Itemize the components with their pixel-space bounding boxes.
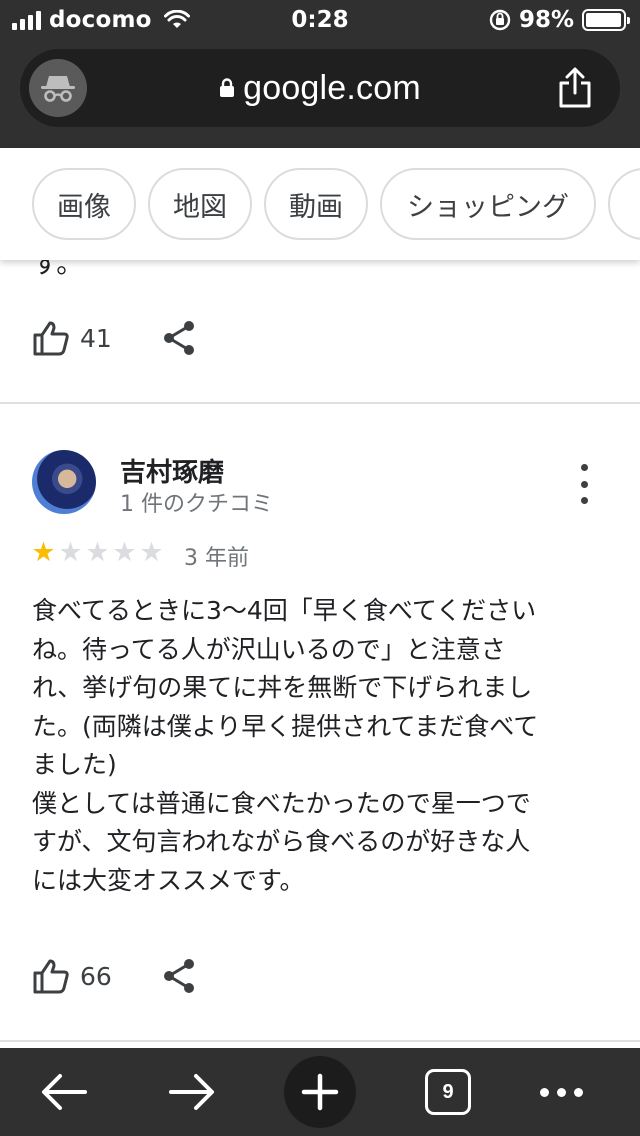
browser-address-area: google.com <box>0 40 640 148</box>
empty-star-icon: ★ <box>139 537 164 568</box>
like-count: 66 <box>80 961 112 991</box>
review-line: ね。待ってる人が沢山いるので」と注意さ <box>32 634 506 664</box>
review-line: すが、文句言われながら食べるのが好きな人 <box>32 827 531 856</box>
tab-count: 9 <box>425 1069 471 1115</box>
reviews-content: す。 41 吉村琢磨 1 件のクチコミ ★ ★ ★ ★ ★ 3 年前 食べてるときに3〜… <box>0 148 640 1048</box>
signal-strength-icon <box>12 10 41 30</box>
status-bar: docomo 0:28 98% <box>0 0 640 40</box>
reviewer-avatar[interactable] <box>32 450 96 514</box>
carrier-group: docomo <box>12 0 190 40</box>
thumbs-up-icon <box>33 959 69 994</box>
star-rating: ★ ★ ★ ★ ★ <box>30 538 165 568</box>
review-line: ました) <box>32 750 117 779</box>
thumbs-up-icon <box>33 321 69 356</box>
back-arrow-icon <box>42 1074 87 1110</box>
forward-button[interactable] <box>160 1048 224 1136</box>
review-body: 食べてるときに3〜4回「早く食べてください ね。待ってる人が沢山いるので」と注意… <box>32 592 612 900</box>
url-display[interactable]: google.com <box>20 49 620 127</box>
status-right-group: 98% <box>489 0 630 40</box>
menu-button[interactable] <box>532 1048 590 1136</box>
empty-star-icon: ★ <box>58 537 83 568</box>
filled-star-icon: ★ <box>31 537 56 568</box>
like-button[interactable]: 41 <box>32 320 112 356</box>
chip-images[interactable]: 画像 <box>32 168 136 240</box>
share-icon[interactable] <box>162 320 196 356</box>
like-button[interactable]: 66 <box>32 958 112 994</box>
empty-star-icon: ★ <box>112 537 137 568</box>
reviewer-name[interactable]: 吉村琢磨 <box>120 452 224 489</box>
more-menu-icon <box>539 1087 583 1097</box>
reviewer-review-count: 1 件のクチコミ <box>120 492 273 517</box>
chip-videos[interactable]: 動画 <box>264 168 368 240</box>
review-actions: 66 <box>32 954 194 998</box>
battery-percent: 98% <box>518 7 574 33</box>
tab-switcher-button[interactable]: 9 <box>420 1048 476 1136</box>
carrier-name: docomo <box>49 7 152 33</box>
empty-star-icon: ★ <box>85 537 110 568</box>
lock-icon <box>220 78 235 97</box>
battery-icon <box>582 9 630 31</box>
more-options-icon[interactable] <box>570 464 598 504</box>
chip-maps[interactable]: 地図 <box>148 168 252 240</box>
back-button[interactable] <box>32 1048 96 1136</box>
forward-arrow-icon <box>169 1074 214 1110</box>
chip-shopping[interactable]: ショッピング <box>380 168 596 240</box>
chip-books[interactable]: 書 <box>608 168 640 240</box>
review-line: た。(両隣は僕より早く提供されてまだ食べて <box>32 711 539 741</box>
review-line: れ、挙げ句の果てに丼を無断で下げられまし <box>32 673 533 702</box>
review-line: には大変オススメです。 <box>32 865 305 895</box>
browser-toolbar: 9 <box>0 1048 640 1136</box>
review-line: 僕としては普通に食べたかったので星一つで <box>32 788 531 818</box>
review-divider <box>0 1040 640 1042</box>
share-page-icon[interactable] <box>556 67 594 109</box>
new-tab-button[interactable] <box>284 1048 356 1136</box>
orientation-lock-icon <box>489 9 511 31</box>
address-bar[interactable]: google.com <box>20 49 620 127</box>
previous-review-actions: 41 <box>32 316 194 360</box>
review-line: 食べてるときに3〜4回「早く食べてください <box>32 596 537 625</box>
url-text: google.com <box>243 68 421 107</box>
search-filter-chips: 画像 地図 動画 ショッピング 書 <box>0 148 640 260</box>
review-divider <box>0 402 640 404</box>
share-icon[interactable] <box>162 958 196 994</box>
wifi-icon <box>163 10 190 28</box>
like-count: 41 <box>80 323 112 353</box>
review-date: 3 年前 <box>184 546 249 571</box>
plus-icon <box>301 1073 339 1111</box>
